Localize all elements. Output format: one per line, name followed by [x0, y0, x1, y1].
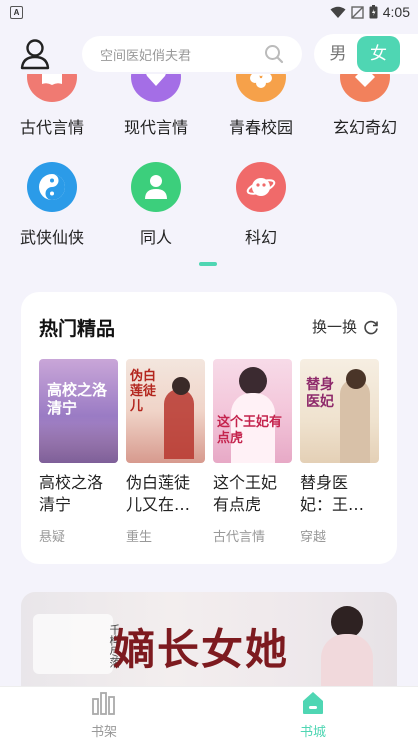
book-title: 替身医妃：王… — [300, 473, 365, 514]
book-item[interactable]: 替身医妃 替身医妃：王… 穿越 — [300, 359, 379, 545]
book-tag: 古代言情 — [213, 530, 266, 545]
home-icon — [303, 692, 323, 714]
page-indicator — [199, 262, 217, 266]
refresh-button[interactable]: 换一换 — [312, 316, 379, 337]
yinyang-icon — [27, 162, 77, 212]
section-title: 热门精品 — [39, 318, 116, 340]
cover-title: 这个王妃有点虎 — [217, 415, 283, 446]
search-icon[interactable] — [264, 44, 284, 64]
hot-picks-card: 热门精品 换一换 高校之洛清宁 高校之洛清宁 悬疑 伪白莲徒儿 伪白莲徒儿又在…… — [21, 292, 397, 564]
category-label: 同人 — [139, 228, 172, 247]
category-label: 现代言情 — [123, 118, 188, 137]
book-item[interactable]: 高校之洛清宁 高校之洛清宁 悬疑 — [39, 359, 118, 545]
book-cover[interactable]: 高校之洛清宁 — [39, 359, 118, 463]
search-input[interactable]: 空间医妃俏夫君 — [82, 36, 302, 72]
book-title: 伪白莲徒儿又在… — [126, 473, 191, 514]
person-icon — [131, 162, 181, 212]
user-icon[interactable] — [20, 38, 50, 70]
category-label: 科幻 — [244, 228, 277, 247]
promo-banner[interactable]: 千桦尽落 嫡长女她 — [21, 592, 397, 692]
bottom-nav: 书架 书城 — [0, 686, 418, 744]
heart-icon — [131, 74, 181, 102]
nav-bookshelf[interactable]: 书架 — [64, 691, 144, 740]
wifi-icon — [330, 6, 346, 18]
cover-title: 替身医妃 — [306, 377, 334, 410]
book-cover[interactable]: 伪白莲徒儿 — [126, 359, 205, 463]
category-grid: 古代言情 现代言情 青春校园 玄幻奇幻 武侠仙侠 同人 科幻 — [0, 74, 418, 274]
category-item[interactable]: 科幻 — [216, 162, 306, 248]
category-item[interactable]: 现代言情 — [111, 74, 201, 138]
cover-title: 高校之洛清宁 — [47, 381, 108, 417]
category-label: 玄幻奇幻 — [332, 118, 397, 137]
refresh-label: 换一换 — [311, 318, 357, 336]
book-item[interactable]: 伪白莲徒儿 伪白莲徒儿又在… 重生 — [126, 359, 205, 545]
no-signal-icon — [351, 5, 364, 19]
nav-bookcity-label: 书城 — [299, 725, 326, 740]
category-item[interactable]: 玄幻奇幻 — [320, 74, 410, 138]
category-item[interactable]: 青春校园 — [216, 74, 306, 138]
top-bar: 空间医妃俏夫君 男 女 — [0, 34, 418, 74]
category-item[interactable]: 同人 — [111, 162, 201, 248]
category-item[interactable]: 古代言情 — [7, 74, 97, 138]
book-item[interactable]: 这个王妃有点虎 这个王妃有点虎 古代言情 — [213, 359, 292, 545]
book-tag: 穿越 — [300, 530, 327, 545]
battery-icon — [369, 5, 378, 19]
cover-title: 伪白莲徒儿 — [130, 369, 157, 414]
book-cover[interactable]: 这个王妃有点虎 — [213, 359, 292, 463]
category-label: 武侠仙侠 — [19, 228, 84, 247]
category-item[interactable]: 武侠仙侠 — [7, 162, 97, 248]
planet-icon — [236, 162, 286, 212]
gender-female-button[interactable]: 女 — [357, 36, 400, 72]
book-icon — [27, 74, 77, 102]
book-tag: 悬疑 — [39, 530, 66, 545]
gender-switch: 男 女 — [314, 34, 418, 74]
search-placeholder: 空间医妃俏夫君 — [100, 48, 192, 64]
book-tag: 重生 — [126, 530, 153, 545]
banner-decoration — [33, 614, 113, 674]
gender-male-button[interactable]: 男 — [318, 36, 358, 72]
flower-icon — [236, 74, 286, 102]
banner-figure — [311, 596, 383, 692]
nav-bookshelf-label: 书架 — [90, 725, 117, 740]
book-cover[interactable]: 替身医妃 — [300, 359, 379, 463]
bookshelf-icon — [92, 692, 115, 715]
nav-bookcity[interactable]: 书城 — [273, 691, 353, 740]
category-label: 古代言情 — [19, 118, 84, 137]
refresh-icon — [364, 320, 378, 334]
book-title: 高校之洛清宁 — [39, 473, 104, 514]
diamond-icon — [340, 74, 390, 102]
a-icon: A — [10, 5, 23, 19]
banner-headline: 嫡长女她 — [113, 625, 290, 674]
category-label: 青春校园 — [228, 118, 293, 137]
clock: 4:05 — [382, 4, 410, 20]
status-bar: A 4:05 — [0, 0, 418, 24]
book-title: 这个王妃有点虎 — [213, 473, 278, 514]
